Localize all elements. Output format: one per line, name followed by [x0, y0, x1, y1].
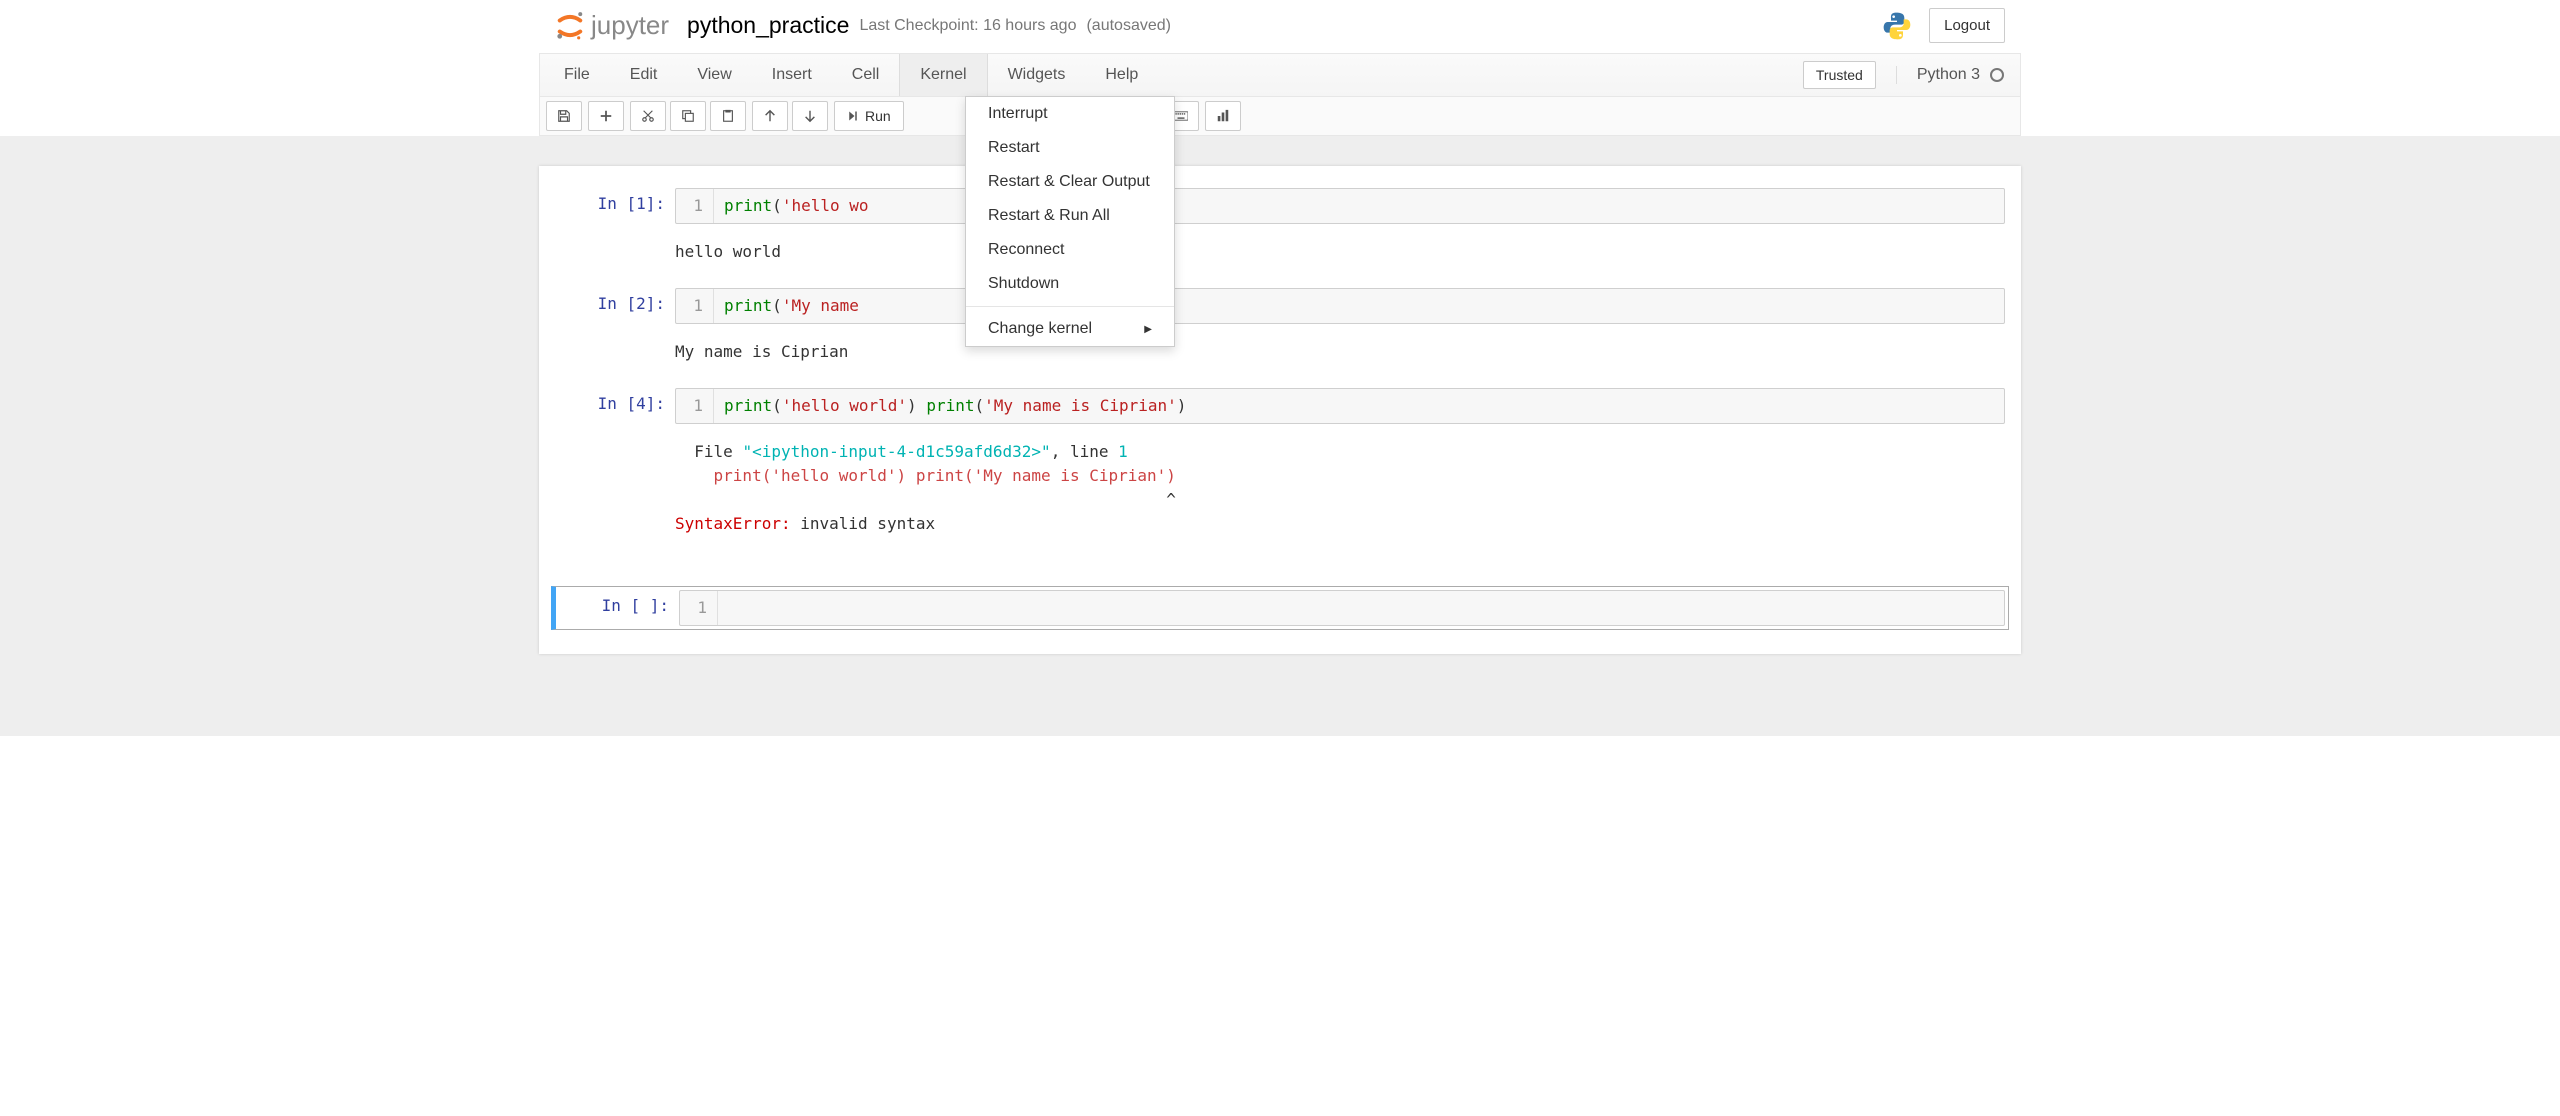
kernel-menu-restart-clear-output[interactable]: Restart & Clear Output — [966, 165, 1174, 199]
kernel-menu-reconnect[interactable]: Reconnect — [966, 233, 1174, 267]
output-row: File "<ipython-input-4-d1c59afd6d32>", l… — [551, 434, 2009, 542]
input-prompt: In [4]: — [555, 388, 675, 424]
code-cell[interactable]: In [1]:1print('hello wo — [551, 184, 2009, 228]
line-number: 1 — [676, 189, 714, 223]
code-editor[interactable]: 1print('hello wo — [675, 188, 2005, 224]
run-label: Run — [865, 108, 891, 124]
jupyter-logo[interactable]: jupyter — [555, 10, 669, 41]
output-row: hello world — [551, 234, 2009, 270]
arrow-down-icon — [803, 109, 817, 123]
kernel-indicator[interactable]: Python 3 — [1896, 66, 2004, 84]
line-number: 1 — [676, 389, 714, 423]
code-content[interactable] — [718, 591, 748, 625]
kernel-menu-change-kernel[interactable]: Change kernel ▶ — [966, 312, 1174, 346]
menu-insert[interactable]: Insert — [752, 54, 832, 96]
menu-help[interactable]: Help — [1085, 54, 1158, 96]
plus-icon — [599, 109, 613, 123]
logout-button[interactable]: Logout — [1929, 8, 2005, 43]
chevron-right-icon: ▶ — [1144, 324, 1152, 335]
menu-cell[interactable]: Cell — [832, 54, 900, 96]
arrow-up-icon — [763, 109, 777, 123]
python-logo-icon — [1881, 10, 1913, 42]
cut-button[interactable] — [630, 101, 666, 131]
bar-chart-icon — [1216, 109, 1230, 123]
code-editor[interactable]: 1print('hello world') print('My name is … — [675, 388, 2005, 424]
input-prompt: In [ ]: — [559, 590, 679, 626]
menu-kernel[interactable]: Kernel — [899, 54, 987, 96]
notebook-name[interactable]: python_practice — [687, 12, 849, 39]
stdout-output: My name is Ciprian — [671, 334, 2009, 370]
kernel-menu-shutdown[interactable]: Shutdown — [966, 267, 1174, 301]
menu-view[interactable]: View — [677, 54, 751, 96]
kernel-dropdown-menu: InterruptRestartRestart & Clear OutputRe… — [965, 96, 1175, 347]
notebook-body: In [1]:1print('hello wo hello worldIn [2… — [0, 136, 2560, 736]
menu-widgets[interactable]: Widgets — [988, 54, 1086, 96]
change-kernel-label: Change kernel — [988, 320, 1092, 338]
paste-button[interactable] — [710, 101, 746, 131]
kernel-name: Python 3 — [1917, 66, 1980, 84]
run-step-icon — [847, 110, 859, 122]
copy-icon — [681, 109, 695, 123]
save-icon — [557, 109, 571, 123]
autosave-status: (autosaved) — [1086, 17, 1171, 35]
code-content[interactable]: print('hello wo — [714, 189, 888, 223]
stdout-output: hello world — [671, 234, 2009, 270]
toolbar: Run — [539, 97, 2021, 136]
kernel-menu-restart-run-all[interactable]: Restart & Run All — [966, 199, 1174, 233]
input-prompt: In [1]: — [555, 188, 675, 224]
move-down-button[interactable] — [792, 101, 828, 131]
save-button[interactable] — [546, 101, 582, 131]
menu-edit[interactable]: Edit — [610, 54, 678, 96]
notebook-container: In [1]:1print('hello wo hello worldIn [2… — [539, 166, 2021, 654]
kernel-menu-restart[interactable]: Restart — [966, 131, 1174, 165]
notebook-header: jupyter python_practice Last Checkpoint:… — [539, 0, 2021, 54]
run-button[interactable]: Run — [834, 101, 904, 131]
move-up-button[interactable] — [752, 101, 788, 131]
keyboard-icon — [1174, 109, 1188, 123]
menu-file[interactable]: File — [544, 54, 610, 96]
output-row: My name is Ciprian — [551, 334, 2009, 370]
jupyter-logo-text: jupyter — [591, 10, 669, 41]
insert-cell-button[interactable] — [588, 101, 624, 131]
checkpoint-status: Last Checkpoint: 16 hours ago — [859, 17, 1076, 35]
kernel-idle-icon — [1990, 68, 2004, 82]
input-prompt: In [2]: — [555, 288, 675, 324]
line-number: 1 — [676, 289, 714, 323]
code-content[interactable]: print('My name — [714, 289, 888, 323]
chart-button[interactable] — [1205, 101, 1241, 131]
line-number: 1 — [680, 591, 718, 625]
jupyter-logo-icon — [555, 11, 585, 41]
menu-divider — [966, 306, 1174, 307]
code-cell[interactable]: In [4]:1print('hello world') print('My n… — [551, 384, 2009, 428]
paste-icon — [721, 109, 735, 123]
trusted-indicator[interactable]: Trusted — [1803, 61, 1876, 89]
code-content[interactable]: print('hello world') print('My name is C… — [714, 389, 1206, 423]
code-cell[interactable]: In [2]:1print('My name — [551, 284, 2009, 328]
error-output: File "<ipython-input-4-d1c59afd6d32>", l… — [671, 434, 2009, 542]
kernel-menu-interrupt[interactable]: Interrupt — [966, 97, 1174, 131]
code-cell[interactable]: In [ ]:1 — [551, 586, 2009, 630]
code-editor[interactable]: 1 — [679, 590, 2005, 626]
scissors-icon — [641, 109, 655, 123]
copy-button[interactable] — [670, 101, 706, 131]
code-editor[interactable]: 1print('My name — [675, 288, 2005, 324]
menubar: FileEditViewInsertCellKernelWidgetsHelp … — [539, 54, 2021, 97]
